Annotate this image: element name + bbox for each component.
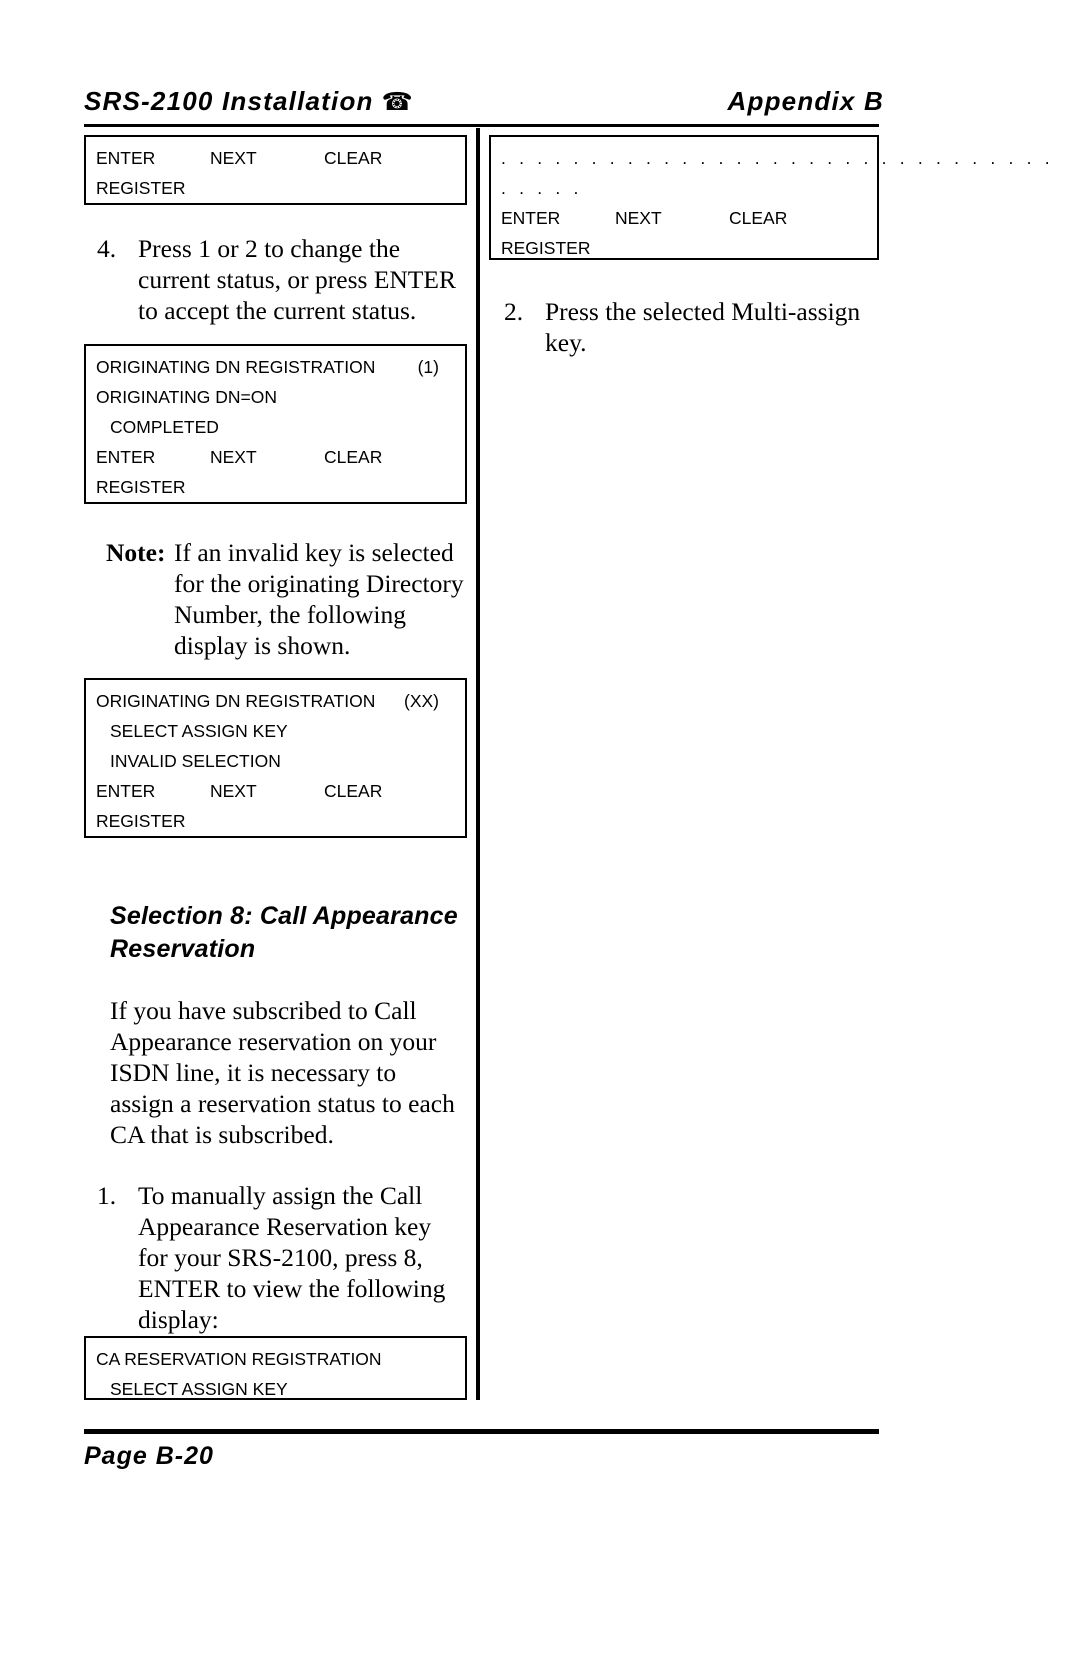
document-page: SRS-2100 Installation ☎ Appendix B ENTER … — [0, 0, 1080, 1669]
section-heading-selection-8: Selection 8: Call Appearance Reservation — [110, 902, 458, 963]
lcd-register-row: REGISTER — [96, 178, 186, 198]
lcd-display-keys-only: ENTER NEXT CLEAR REGISTER — [84, 135, 467, 205]
note-text: If an invalid key is selected for the or… — [174, 538, 464, 660]
page-header: SRS-2100 Installation ☎ Appendix B — [84, 86, 884, 126]
lcd-invalid-selection: ORIGINATING DN REGISTRATION (XX) SELECT … — [84, 678, 467, 838]
lcd-title-text: ORIGINATING DN REGISTRATION — [96, 357, 376, 377]
lcd-key-row: ENTER NEXT CLEAR — [86, 148, 465, 178]
lcd-key-row: ENTER NEXT CLEAR — [491, 208, 877, 238]
lcd-select-assign-row: SELECT ASSIGN KEY — [110, 1379, 288, 1399]
left-step-4: 4. Press 1 or 2 to change the current st… — [97, 233, 457, 326]
lcd-title-text: ORIGINATING DN REGISTRATION — [96, 691, 376, 711]
lcd-register-row: REGISTER — [96, 477, 186, 497]
note-marker: Note: — [106, 538, 166, 567]
lcd-dots-keys: . . . . . . . . . . . . . . . . . . . . … — [489, 135, 1054, 260]
column-divider — [475, 128, 480, 1400]
left-note-block: Note: If an invalid key is selected for … — [106, 537, 471, 661]
key-clear-label: CLEAR — [324, 148, 383, 168]
key-next-label: NEXT — [210, 148, 257, 168]
key-clear-label: CLEAR — [324, 781, 383, 801]
header-left-text: SRS-2100 Installation — [84, 86, 374, 116]
lcd-title-row: CA RESERVATION REGISTRATION — [96, 1349, 382, 1369]
lcd-title-row: ORIGINATING DN REGISTRATION (1) — [86, 357, 465, 387]
key-enter-label: ENTER — [96, 447, 156, 467]
lcd-index-text: (XX) — [404, 691, 439, 711]
lcd-select-assign-row: SELECT ASSIGN KEY — [110, 721, 288, 741]
lcd-dots-row-1: . . . . . . . . . . . . . . . . . . . . … — [501, 148, 1054, 168]
key-enter-label: ENTER — [96, 781, 156, 801]
key-clear-label: CLEAR — [324, 447, 383, 467]
lcd-key-row: ENTER NEXT CLEAR — [86, 447, 465, 477]
lcd-index-text: (1) — [417, 357, 439, 377]
lcd-status-row: ORIGINATING DN=ON — [96, 387, 278, 407]
lcd-key-row: ENTER NEXT CLEAR — [86, 781, 465, 811]
lcd-title-row: ORIGINATING DN REGISTRATION (XX) — [86, 691, 465, 721]
header-right-title: Appendix B — [727, 86, 884, 116]
key-next-label: NEXT — [210, 781, 257, 801]
footer-divider-rule — [84, 1429, 879, 1434]
left-step-4-marker: 4. — [97, 234, 117, 263]
lcd-register-row: REGISTER — [96, 811, 186, 831]
right-step-2: 2. Press the selected Multi-assign key. — [504, 296, 874, 358]
right-step-2-text: Press the selected Multi-assign key. — [545, 297, 861, 357]
lcd-completed-row: COMPLETED — [110, 417, 219, 437]
key-clear-label: CLEAR — [729, 208, 788, 228]
page-number-label: Page B-20 — [84, 1442, 214, 1470]
left-step-1-marker: 1. — [97, 1181, 117, 1210]
lcd-invalid-row: INVALID SELECTION — [110, 751, 281, 771]
telephone-icon: ☎ — [381, 87, 414, 116]
left-step-1-text: To manually assign the Call Appearance R… — [138, 1181, 446, 1334]
key-next-label: NEXT — [210, 447, 257, 467]
left-step-1: 1. To manually assign the Call Appearanc… — [97, 1180, 467, 1335]
key-enter-label: ENTER — [501, 208, 561, 228]
header-divider-rule — [84, 124, 879, 127]
key-next-label: NEXT — [615, 208, 662, 228]
right-step-2-marker: 2. — [504, 297, 524, 326]
lcd-dots-row-2: . . . . . — [501, 178, 583, 198]
lcd-originating-dn-completed: ORIGINATING DN REGISTRATION (1) ORIGINAT… — [84, 344, 467, 504]
lcd-register-row: REGISTER — [501, 238, 591, 258]
left-step-4-text: Press 1 or 2 to change the current statu… — [138, 234, 456, 325]
lcd-ca-reservation: CA RESERVATION REGISTRATION SELECT ASSIG… — [84, 1336, 467, 1400]
left-body-paragraph: If you have subscribed to Call Appearanc… — [110, 996, 455, 1149]
key-enter-label: ENTER — [96, 148, 156, 168]
header-left-title: SRS-2100 Installation ☎ — [84, 86, 414, 117]
